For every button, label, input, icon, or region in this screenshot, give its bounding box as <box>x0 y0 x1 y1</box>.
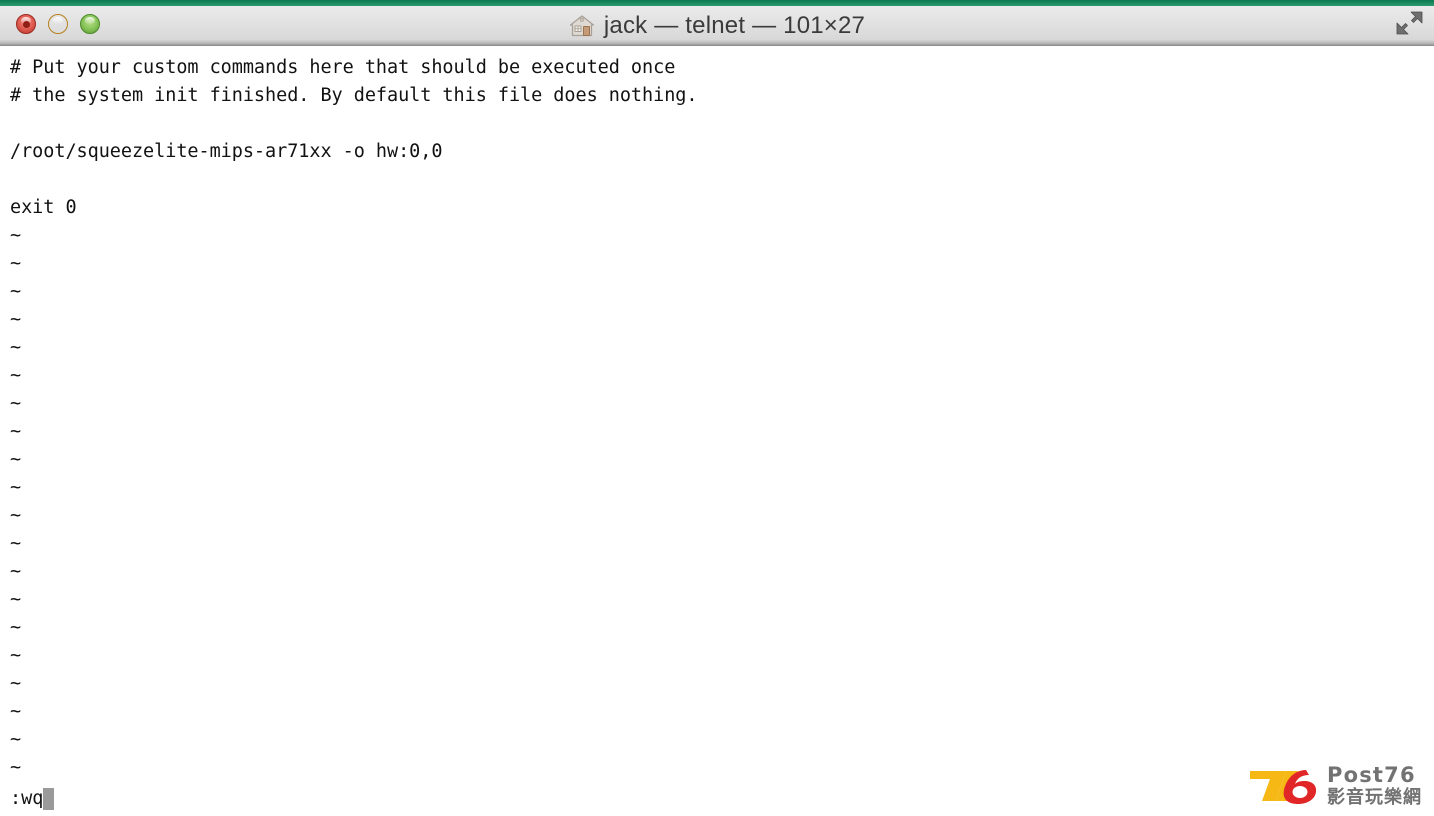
terminal-screen: # Put your custom commands here that sho… <box>10 54 698 782</box>
post76-brand-text: Post76 <box>1327 763 1416 787</box>
text-cursor <box>43 788 55 810</box>
terminal-line: # Put your custom commands here that sho… <box>10 57 676 78</box>
post76-wordmark: Post76 影音玩樂網 <box>1327 765 1422 807</box>
terminal-line: exit 0 <box>10 197 77 218</box>
close-icon <box>22 20 30 28</box>
terminal-line: /root/squeezelite-mips-ar71xx -o hw:0,0 <box>10 141 443 162</box>
terminal-line: ~ <box>10 589 22 610</box>
post76-tagline-text: 影音玩樂網 <box>1327 787 1422 808</box>
terminal-line: ~ <box>10 253 22 274</box>
terminal-line: ~ <box>10 617 22 638</box>
terminal-line: ~ <box>10 365 22 386</box>
terminal-line: ~ <box>10 701 22 722</box>
terminal-line: ~ <box>10 673 22 694</box>
terminal-body[interactable]: # Put your custom commands here that sho… <box>0 46 1434 816</box>
terminal-line: ~ <box>10 729 22 750</box>
terminal-window: jack — telnet — 101×27 # Put your custom… <box>0 0 1434 816</box>
terminal-line: ~ <box>10 281 22 302</box>
terminal-line: ~ <box>10 337 22 358</box>
terminal-line: ~ <box>10 477 22 498</box>
home-icon <box>569 15 594 37</box>
fullscreen-button[interactable] <box>1394 9 1424 37</box>
window-title-group: jack — telnet — 101×27 <box>0 6 1434 45</box>
terminal-line: ~ <box>10 225 22 246</box>
post76-logo-icon <box>1250 770 1317 804</box>
terminal-line: ~ <box>10 505 22 526</box>
terminal-line: ~ <box>10 533 22 554</box>
terminal-line: ~ <box>10 757 22 778</box>
terminal-line: ~ <box>10 449 22 470</box>
terminal-line: ~ <box>10 561 22 582</box>
terminal-line: ~ <box>10 309 22 330</box>
terminal-line: ~ <box>10 645 22 666</box>
terminal-line: # the system init finished. By default t… <box>10 85 698 106</box>
window-titlebar[interactable]: jack — telnet — 101×27 <box>0 0 1434 46</box>
post76-watermark: Post76 影音玩樂網 <box>1246 764 1422 808</box>
vim-command-text: :wq <box>10 788 44 809</box>
terminal-line: ~ <box>10 421 22 442</box>
vim-status-line: :wq <box>10 786 55 812</box>
window-title: jack — telnet — 101×27 <box>603 12 866 39</box>
terminal-line: ~ <box>10 393 22 414</box>
